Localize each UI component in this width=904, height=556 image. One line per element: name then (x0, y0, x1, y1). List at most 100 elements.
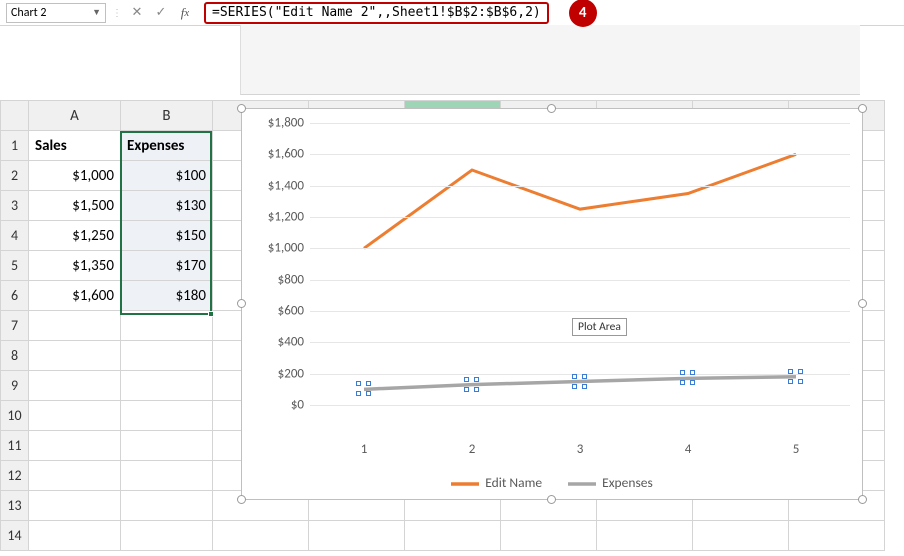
cell[interactable]: $1,000 (29, 161, 121, 191)
y-axis-tick: $1,600 (256, 147, 304, 162)
cell[interactable] (29, 461, 121, 491)
x-axis-tick: 1 (361, 442, 368, 457)
row-header[interactable]: 4 (1, 221, 29, 251)
row-header[interactable]: 8 (1, 341, 29, 371)
cell[interactable]: $1,500 (29, 191, 121, 221)
worksheet[interactable]: ABCDEFGHI1SalesExpenses2$1,000$1003$1,50… (0, 100, 904, 556)
gridline (310, 405, 850, 406)
cell[interactable]: $100 (121, 161, 213, 191)
select-all-corner[interactable] (1, 101, 29, 131)
cell[interactable]: Expenses (121, 131, 213, 161)
cell[interactable] (121, 401, 213, 431)
chart-object[interactable]: Plot Area $0$200$400$600$800$1,000$1,200… (241, 108, 863, 500)
legend-item[interactable]: Edit Name (451, 474, 542, 491)
legend-swatch-icon (568, 481, 596, 487)
cell[interactable]: $180 (121, 281, 213, 311)
cell[interactable]: $1,350 (29, 251, 121, 281)
cell[interactable] (29, 401, 121, 431)
cell[interactable]: $150 (121, 221, 213, 251)
data-point-marker[interactable] (575, 377, 585, 387)
cell[interactable] (597, 521, 693, 551)
data-point-marker[interactable] (359, 384, 369, 394)
cell[interactable] (213, 521, 309, 551)
cell[interactable] (309, 521, 405, 551)
chart-svg (310, 123, 850, 433)
formula-input[interactable]: =SERIES("Edit Name 2",,Sheet1!$B$2:$B$6,… (204, 2, 549, 24)
gridline (310, 186, 850, 187)
resize-handle[interactable] (237, 104, 246, 113)
confirm-button[interactable]: ✓ (152, 4, 170, 22)
resize-handle[interactable] (237, 299, 246, 308)
cell[interactable] (121, 461, 213, 491)
cell[interactable]: $130 (121, 191, 213, 221)
cell[interactable]: $1,250 (29, 221, 121, 251)
cell[interactable] (121, 311, 213, 341)
cell[interactable] (29, 371, 121, 401)
cell[interactable] (405, 521, 501, 551)
legend[interactable]: Edit Name Expenses (242, 474, 862, 491)
cell[interactable]: $1,600 (29, 281, 121, 311)
row-header[interactable]: 6 (1, 281, 29, 311)
y-axis-tick: $1,000 (256, 241, 304, 256)
row-header[interactable]: 1 (1, 131, 29, 161)
formula-text: =SERIES("Edit Name 2",,Sheet1!$B$2:$B$6,… (212, 5, 541, 20)
ribbon-gap (240, 25, 860, 95)
cell[interactable] (29, 341, 121, 371)
row-header[interactable]: 9 (1, 371, 29, 401)
resize-handle[interactable] (858, 495, 867, 504)
gridline (310, 154, 850, 155)
tooltip: Plot Area (572, 318, 627, 336)
data-point-marker[interactable] (791, 372, 801, 382)
plot-area[interactable]: Plot Area $0$200$400$600$800$1,000$1,200… (310, 123, 850, 433)
data-point-marker[interactable] (683, 373, 693, 383)
cell[interactable] (29, 491, 121, 521)
gridline (310, 248, 850, 249)
row-header[interactable]: 11 (1, 431, 29, 461)
cell[interactable]: Sales (29, 131, 121, 161)
step-badge: 4 (569, 0, 597, 27)
resize-handle[interactable] (237, 495, 246, 504)
cell[interactable] (693, 521, 789, 551)
x-axis-tick: 3 (577, 442, 584, 457)
row-header[interactable]: 14 (1, 521, 29, 551)
cell[interactable] (29, 431, 121, 461)
gridline (310, 123, 850, 124)
row-header[interactable]: 7 (1, 311, 29, 341)
cell[interactable] (29, 521, 121, 551)
row-header[interactable]: 2 (1, 161, 29, 191)
cell[interactable] (121, 371, 213, 401)
legend-item[interactable]: Expenses (568, 474, 653, 491)
gridline (310, 311, 850, 312)
row-header[interactable]: 3 (1, 191, 29, 221)
cell[interactable] (121, 491, 213, 521)
row-header[interactable]: 10 (1, 401, 29, 431)
fx-icon[interactable]: fx (176, 4, 194, 22)
resize-handle[interactable] (547, 495, 556, 504)
column-header[interactable]: A (29, 101, 121, 131)
y-axis-tick: $1,800 (256, 116, 304, 131)
cell[interactable] (121, 521, 213, 551)
cell[interactable] (121, 431, 213, 461)
row-header[interactable]: 12 (1, 461, 29, 491)
divider: ⋮ (112, 6, 122, 19)
resize-handle[interactable] (858, 299, 867, 308)
resize-handle[interactable] (547, 104, 556, 113)
row-header[interactable]: 5 (1, 251, 29, 281)
cell[interactable] (29, 311, 121, 341)
data-point-marker[interactable] (467, 380, 477, 390)
x-axis-tick: 5 (793, 442, 800, 457)
chart-series-line[interactable] (364, 154, 796, 248)
gridline (310, 374, 850, 375)
resize-handle[interactable] (858, 104, 867, 113)
cell[interactable] (789, 521, 885, 551)
name-box[interactable]: Chart 2 ▼ (6, 3, 106, 23)
cancel-button[interactable]: ✕ (128, 4, 146, 22)
cell[interactable] (121, 341, 213, 371)
cell[interactable] (501, 521, 597, 551)
y-axis-tick: $800 (256, 272, 304, 287)
chevron-down-icon[interactable]: ▼ (92, 7, 101, 18)
row-header[interactable]: 13 (1, 491, 29, 521)
x-axis-tick: 4 (685, 442, 692, 457)
column-header[interactable]: B (121, 101, 213, 131)
cell[interactable]: $170 (121, 251, 213, 281)
